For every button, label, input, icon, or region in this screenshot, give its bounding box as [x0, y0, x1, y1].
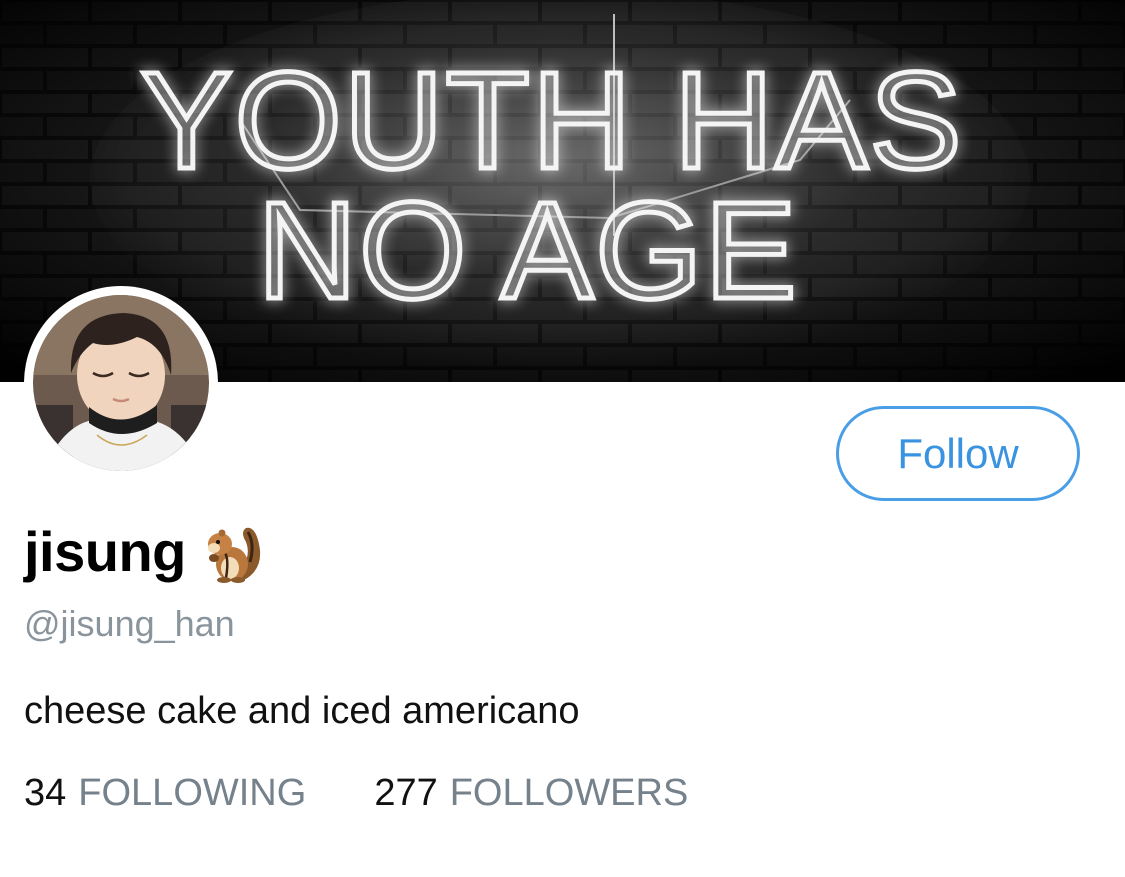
following-count: 34 [24, 772, 67, 814]
avatar-photo [33, 295, 209, 471]
chipmunk-icon [207, 527, 261, 583]
profile-name-row: jisung [24, 516, 266, 586]
neon-line-2: NO AGE [257, 174, 798, 328]
followers-label: FOLLOWERS [449, 772, 689, 814]
display-name: jisung [24, 519, 186, 583]
followers-stat[interactable]: 277 FOLLOWERS [374, 772, 688, 815]
profile-stats: 34 FOLLOWING 277 FOLLOWERS [24, 772, 688, 815]
profile-bio: cheese cake and iced americano [24, 690, 580, 732]
username-handle: @jisung_han [24, 603, 235, 644]
follow-button[interactable]: Follow [836, 406, 1080, 501]
following-stat[interactable]: 34 FOLLOWING [24, 772, 306, 815]
following-label: FOLLOWING [78, 772, 307, 814]
avatar[interactable] [24, 286, 218, 480]
followers-count: 277 [374, 772, 438, 814]
